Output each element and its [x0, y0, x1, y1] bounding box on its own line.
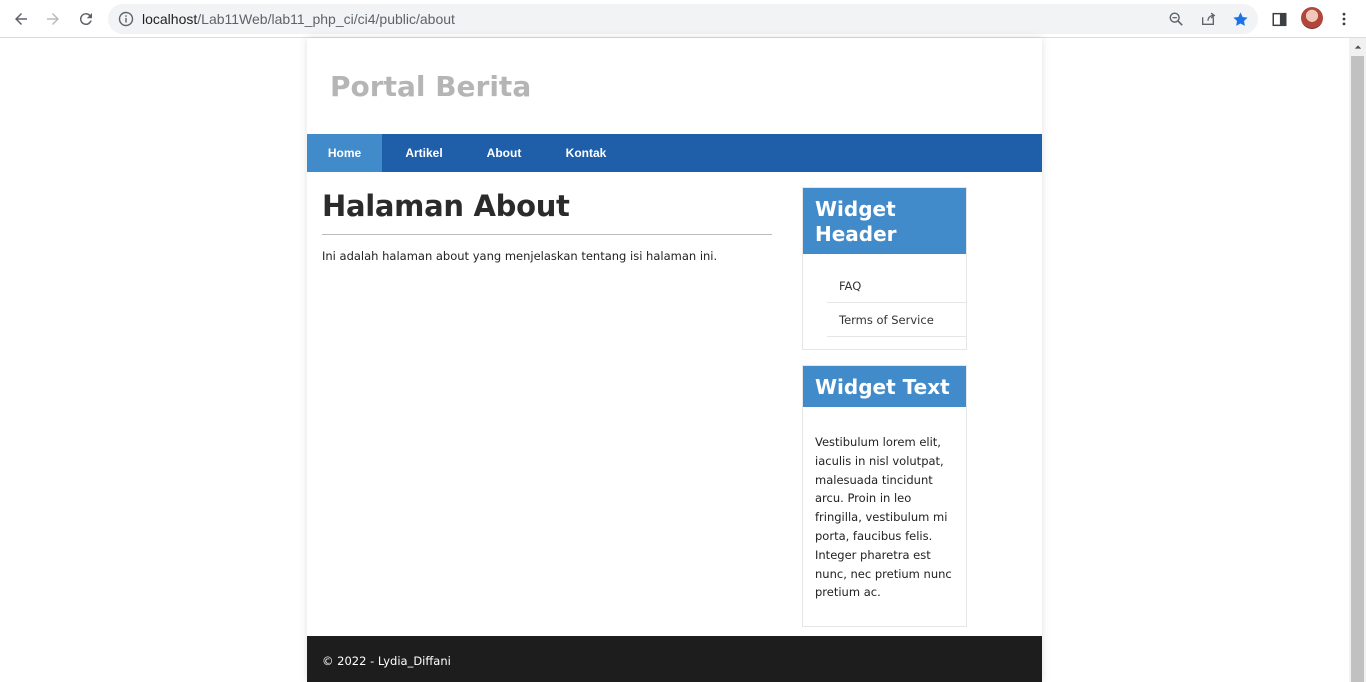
forward-icon[interactable]	[41, 7, 65, 31]
scrollbar-thumb[interactable]	[1351, 56, 1364, 682]
widget-text-body: Vestibulum lorem elit, iaculis in nisl v…	[815, 435, 952, 600]
page-body-text: Ini adalah halaman about yang menjelaska…	[322, 249, 718, 263]
main-navbar: Home Artikel About Kontak	[307, 134, 1042, 172]
back-icon[interactable]	[9, 7, 33, 31]
widget-link-list: FAQ Terms of Service	[803, 254, 966, 349]
footer-copyright: © 2022 - Lydia_Diffani	[322, 654, 451, 668]
site-footer: © 2022 - Lydia_Diffani	[307, 636, 1042, 682]
star-icon[interactable]	[1231, 10, 1249, 28]
browser-toolbar: localhost/Lab11Web/lab11_php_ci/ci4/publ…	[0, 0, 1366, 38]
url-path: /Lab11Web/lab11_php_ci/ci4/public/about	[197, 11, 455, 27]
nav-artikel[interactable]: Artikel	[382, 134, 466, 172]
page-container: Portal Berita Home Artikel About Kontak …	[307, 38, 1042, 682]
widget-header-title: Widget Header	[803, 188, 966, 254]
side-panel-icon[interactable]	[1268, 8, 1290, 30]
site-header: Portal Berita	[307, 38, 1042, 134]
share-icon[interactable]	[1199, 10, 1217, 28]
info-icon[interactable]	[118, 11, 134, 27]
zoom-icon[interactable]	[1167, 10, 1185, 28]
nav-kontak[interactable]: Kontak	[542, 134, 630, 172]
widget-text: Widget Text Vestibulum lorem elit, iacul…	[802, 365, 967, 628]
page-heading: Halaman About	[322, 188, 772, 235]
kebab-menu-icon[interactable]	[1333, 8, 1355, 30]
nav-home[interactable]: Home	[307, 134, 382, 172]
widget-links: Widget Header FAQ Terms of Service	[802, 187, 967, 350]
site-title: Portal Berita	[330, 70, 532, 103]
widget-text-title: Widget Text	[803, 366, 966, 407]
nav-about[interactable]: About	[466, 134, 542, 172]
scroll-up-icon[interactable]	[1349, 38, 1366, 55]
reload-icon[interactable]	[74, 7, 98, 31]
url-text: localhost/Lab11Web/lab11_php_ci/ci4/publ…	[142, 4, 455, 34]
widget-link-terms[interactable]: Terms of Service	[827, 303, 966, 337]
profile-avatar[interactable]	[1301, 7, 1323, 29]
main-content: Halaman About Ini adalah halaman about y…	[322, 188, 772, 263]
url-host: localhost	[142, 11, 198, 27]
widget-link-faq[interactable]: FAQ	[827, 269, 966, 303]
address-bar[interactable]: localhost/Lab11Web/lab11_php_ci/ci4/publ…	[108, 4, 1258, 34]
